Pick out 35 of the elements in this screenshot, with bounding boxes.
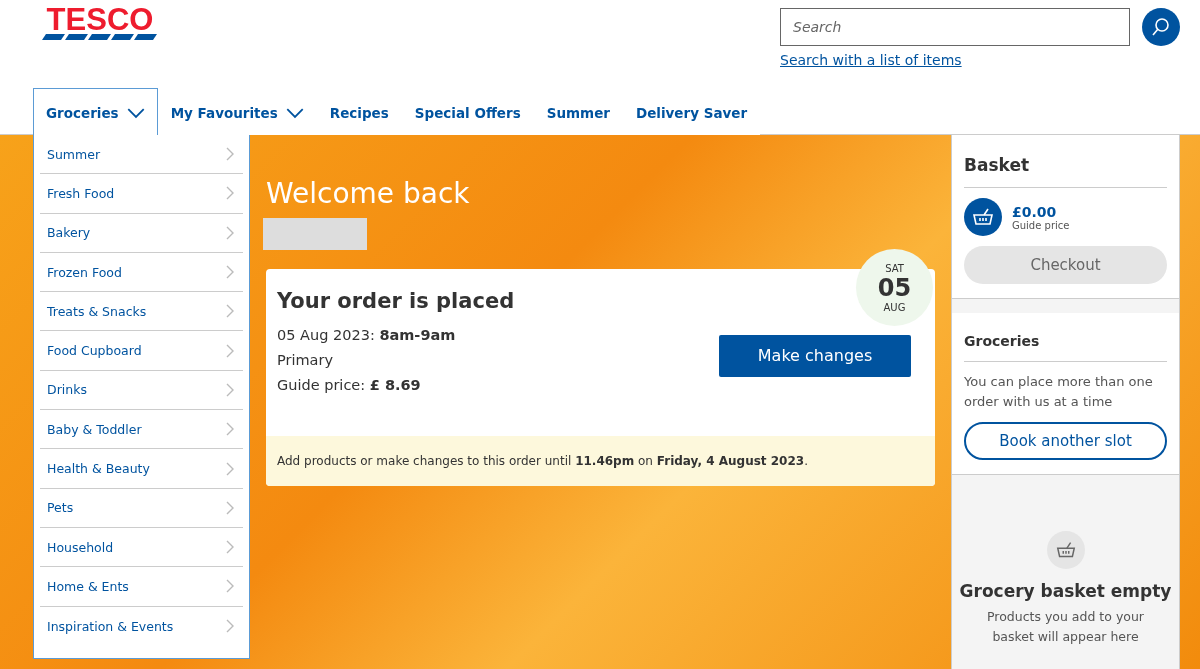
empty-basket-title: Grocery basket empty <box>959 581 1172 601</box>
order-notice: Add products or make changes to this order until 11.46pm on Friday, 4 August 2023. <box>277 454 808 468</box>
basket-amount: £0.00 <box>1012 203 1058 220</box>
search-button[interactable] <box>1142 8 1180 46</box>
guide-price-label: Guide price <box>1012 219 1070 231</box>
groceries-text: You can place more than one order with us at a time <box>964 373 1154 411</box>
basket-title: Basket <box>964 155 1167 188</box>
menu-item[interactable]: Baby & Toddler <box>40 410 243 450</box>
empty-basket-text: Products you add to your basket will appear here <box>986 608 1145 646</box>
make-changes-button[interactable]: Make changes <box>719 334 911 377</box>
tesco-logo[interactable]: TESCO <box>42 6 158 88</box>
guide-price: Guide price: £ 8.69 <box>277 377 421 393</box>
order-title: Your order is placed <box>277 289 515 313</box>
menu-item[interactable]: Drinks <box>40 370 243 411</box>
menu-item[interactable]: Pets <box>40 488 243 528</box>
book-slot-button[interactable]: Book another slot <box>964 422 1167 460</box>
menu-item[interactable]: Summer <box>40 135 243 175</box>
menu-item[interactable]: Frozen Food <box>40 252 243 293</box>
search-icon <box>1151 17 1171 37</box>
menu-item[interactable]: Home & Ents <box>40 567 243 607</box>
search-field[interactable]: Search <box>780 8 1130 46</box>
groceries-title: Groceries <box>964 333 1167 362</box>
delivery-slot: 05 Aug 2023: 8am-9am <box>277 327 456 343</box>
menu-item[interactable]: Food Cupboard <box>40 331 243 371</box>
address-label: Primary <box>277 352 334 368</box>
menu-item[interactable]: Bakery <box>40 213 243 253</box>
menu-item[interactable]: Inspiration & Events <box>40 606 243 646</box>
nav-tab[interactable]: Groceries <box>33 88 158 136</box>
welcome-title: Welcome back <box>266 177 471 210</box>
menu-item[interactable]: Treats & Snacks <box>40 292 243 332</box>
date-badge: SAT 05 AUG <box>856 249 933 326</box>
search-list-link[interactable]: Search with a list of items <box>780 52 962 68</box>
menu-item[interactable]: Household <box>40 527 243 568</box>
menu-item[interactable]: Health & Beauty <box>40 449 243 489</box>
menu-item[interactable]: Fresh Food <box>40 174 243 214</box>
